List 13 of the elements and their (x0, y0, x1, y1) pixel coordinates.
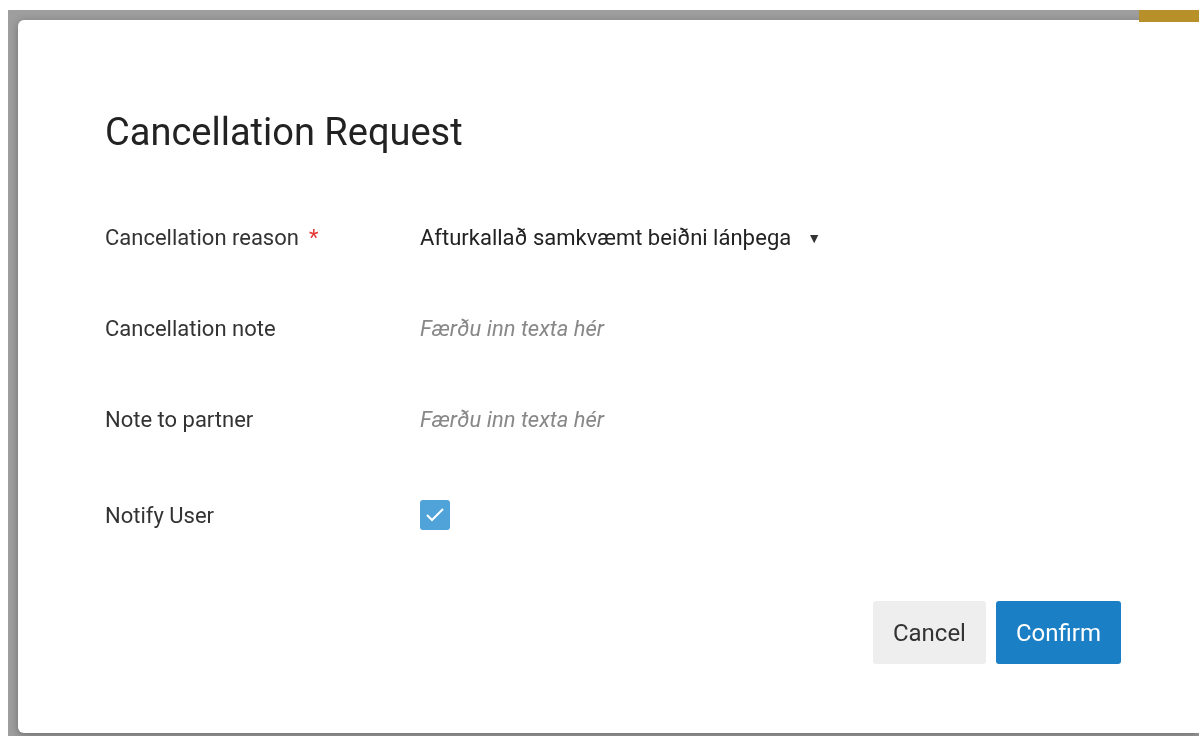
field-label: Note to partner (105, 407, 254, 432)
required-mark: * (308, 225, 319, 250)
confirm-button[interactable]: Confirm (995, 601, 1121, 664)
field-label: Cancellation note (105, 316, 276, 341)
reason-dropdown[interactable]: Afturkallað samkvæmt beiðni lánþega ▼ (420, 225, 822, 250)
caret-icon: ▼ (807, 229, 822, 246)
checkbox[interactable] (420, 500, 450, 530)
dialog-title: Cancellation Request (105, 110, 464, 154)
header-strip (1139, 10, 1199, 22)
check-icon (425, 507, 445, 523)
cancel-button[interactable]: Cancel (872, 601, 986, 664)
field-label: Notify User (105, 502, 215, 528)
field-label: Cancellation reason (105, 225, 299, 250)
